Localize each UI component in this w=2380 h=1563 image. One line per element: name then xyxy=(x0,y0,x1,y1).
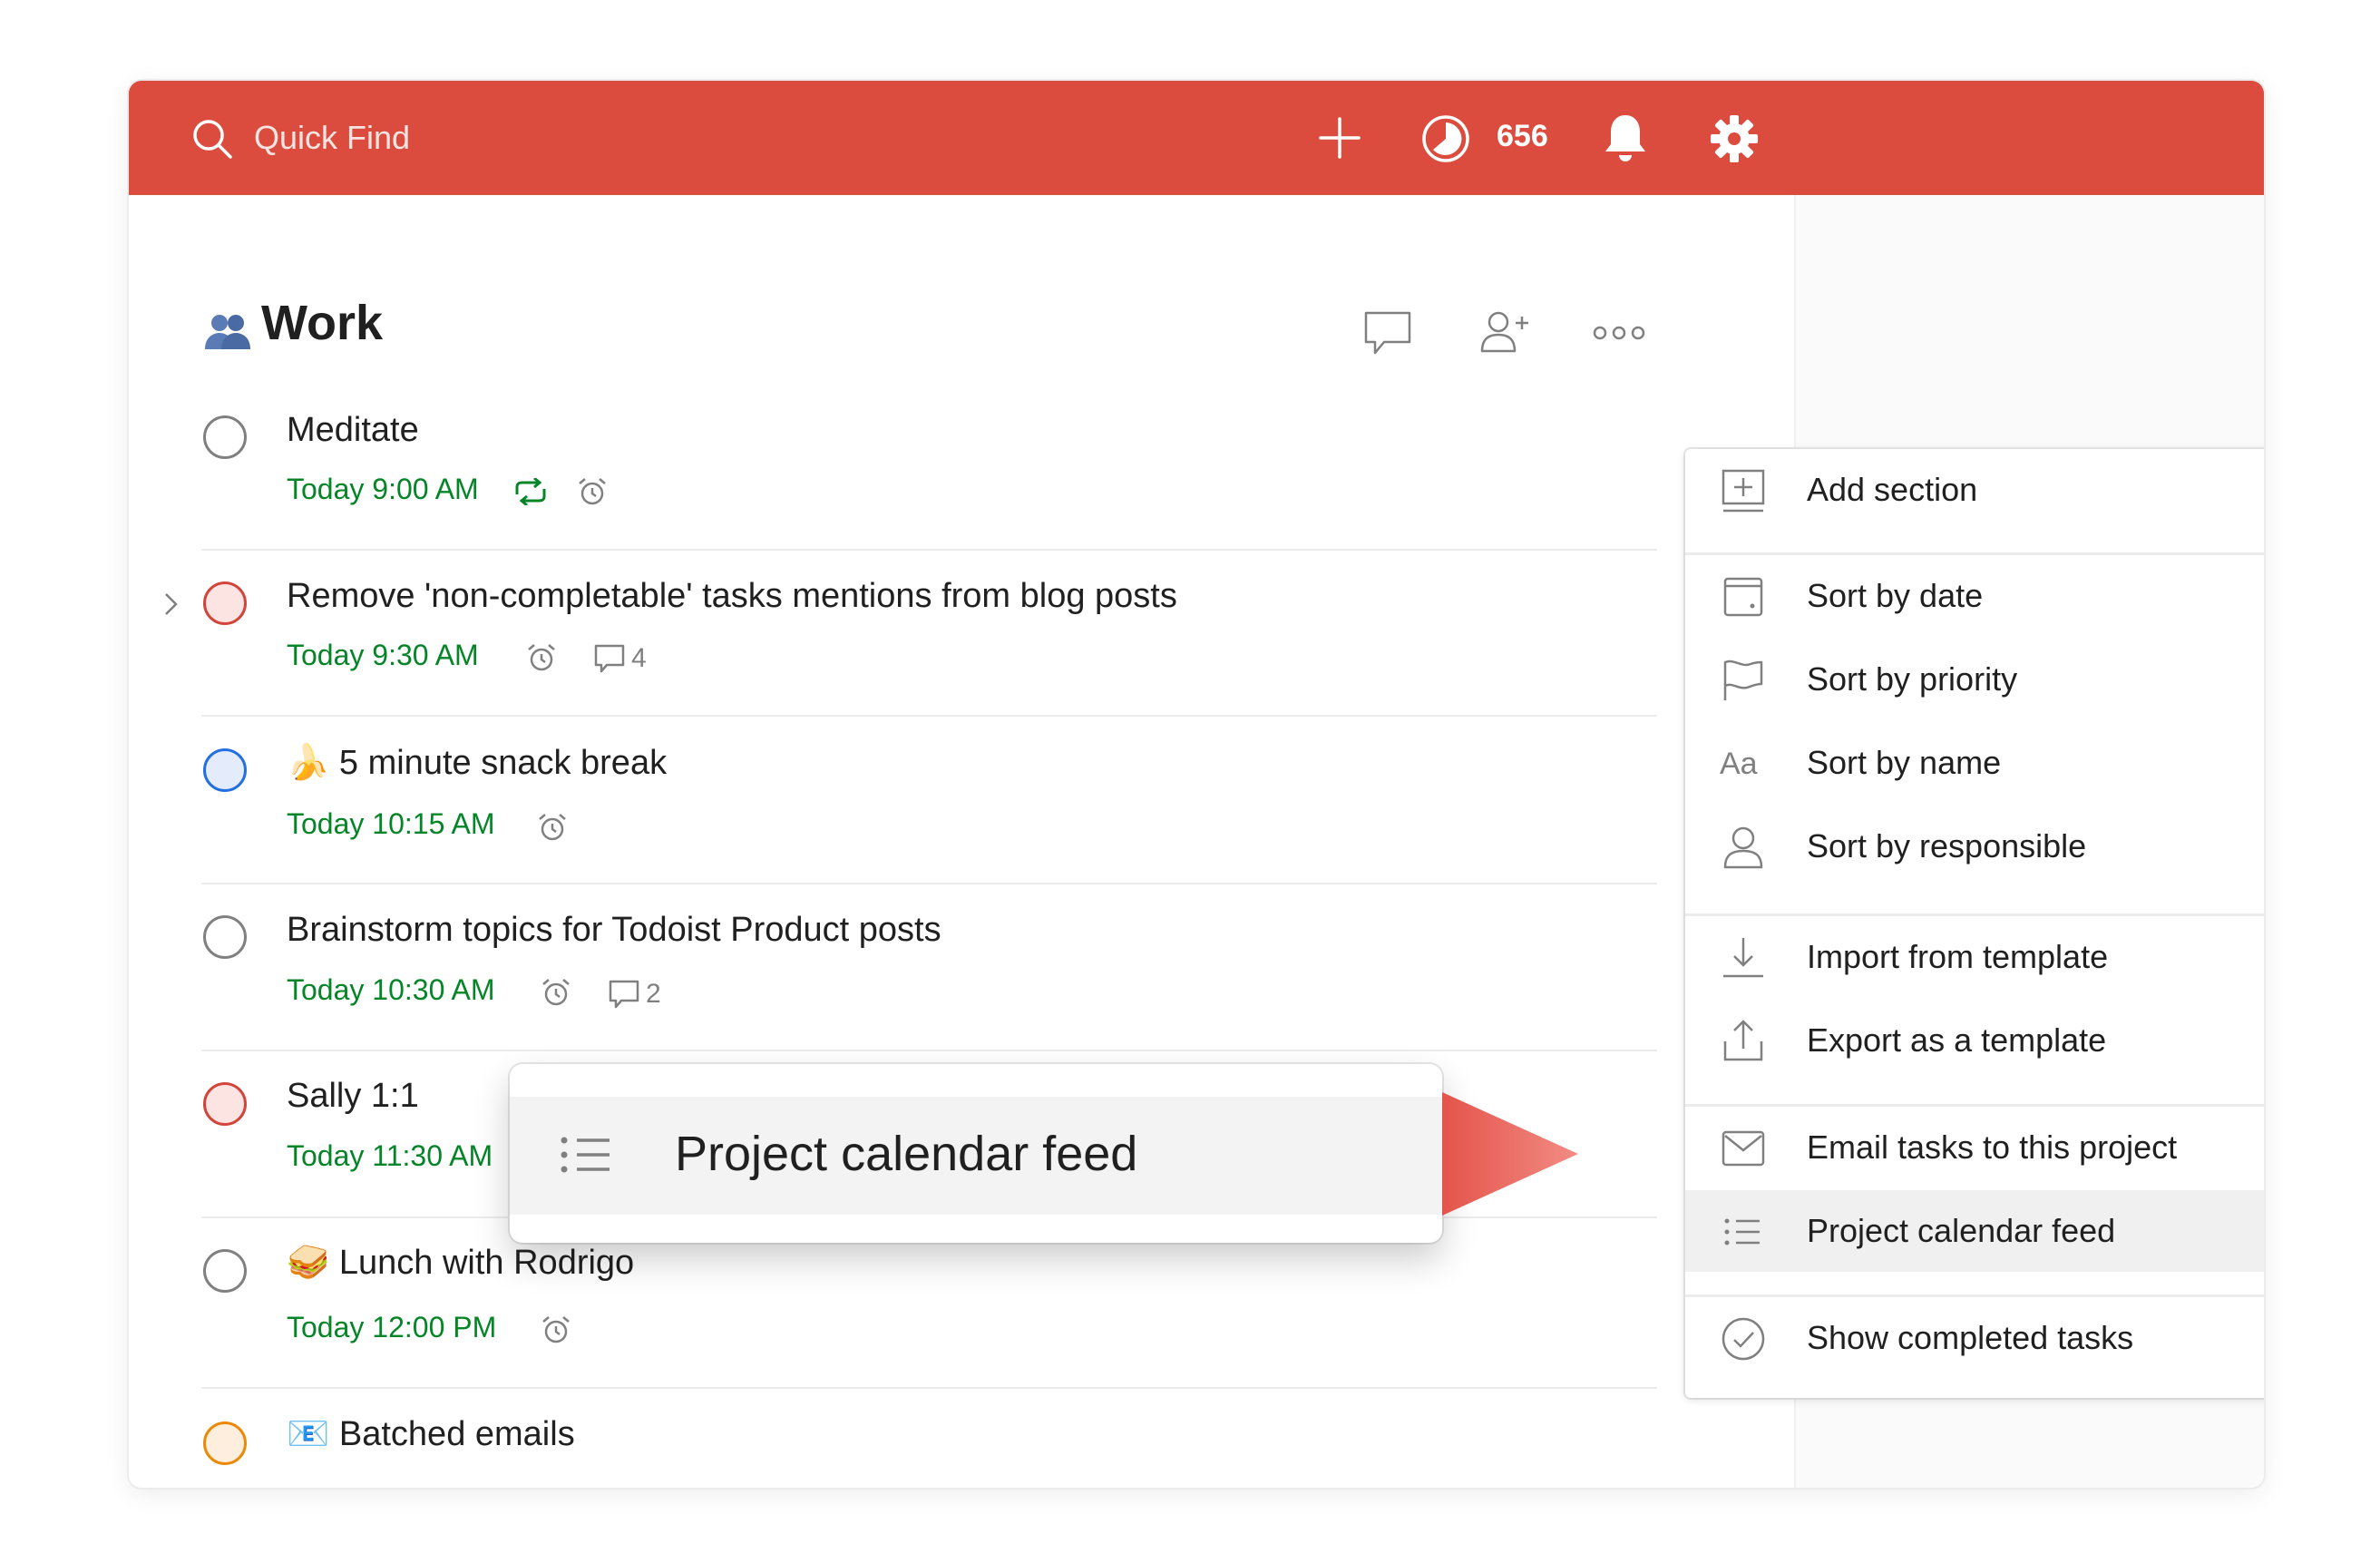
menu-item-label: Sort by name xyxy=(1807,744,2002,781)
comments-icon[interactable] xyxy=(1362,309,1413,357)
task-separator xyxy=(201,883,1657,884)
list-icon xyxy=(561,1137,610,1173)
menu-item-import-template[interactable]: Import from template xyxy=(1685,916,2264,998)
task-emoji: 🥪 xyxy=(287,1244,330,1282)
shared-project-icon xyxy=(205,315,250,349)
chevron-right-icon[interactable] xyxy=(161,591,181,618)
task-due-date[interactable]: Today 10:30 AM xyxy=(287,973,494,1007)
comment-icon[interactable] xyxy=(608,979,640,1010)
flag-icon xyxy=(1723,659,1763,700)
add-section-icon xyxy=(1722,469,1765,513)
menu-item-label: Project calendar feed xyxy=(1807,1212,2116,1249)
task-title[interactable]: 🥪 Lunch with Rodrigo xyxy=(287,1243,634,1283)
menu-item-label: Sort by responsible xyxy=(1807,827,2087,865)
menu-item-label: Export as a template xyxy=(1807,1021,2107,1059)
alarm-icon xyxy=(579,478,606,505)
task-due-date[interactable]: Today 11:30 AM xyxy=(287,1139,493,1173)
menu-item-sort-by-priority[interactable]: Sort by priority xyxy=(1685,639,2264,720)
task-separator xyxy=(201,1050,1657,1051)
task-title-text: 5 minute snack break xyxy=(338,744,668,782)
alarm-icon xyxy=(528,644,555,671)
comment-count: 2 xyxy=(646,979,661,1009)
zoom-callout-label: Project calendar feed xyxy=(675,1127,1138,1181)
alarm-icon xyxy=(542,979,570,1006)
menu-item-label: Add section xyxy=(1807,471,1978,508)
task-separator xyxy=(201,715,1657,717)
menu-item-label: Email tasks to this project xyxy=(1807,1128,2178,1166)
menu-item-sort-by-date[interactable]: Sort by date xyxy=(1685,555,2264,637)
task-checkbox[interactable] xyxy=(203,1249,247,1293)
task-due-date[interactable]: Today 9:00 AM xyxy=(287,473,479,506)
task-title[interactable]: 📧 Batched emails xyxy=(287,1414,575,1454)
menu-item-export-template[interactable]: Export as a template xyxy=(1685,1000,2264,1081)
task-checkbox[interactable] xyxy=(203,581,247,625)
menu-item-label: Import from template xyxy=(1807,938,2109,975)
task-title-text: Batched emails xyxy=(338,1415,575,1453)
menu-item-project-calendar-feed[interactable]: Project calendar feed xyxy=(1685,1190,2264,1272)
task-checkbox[interactable] xyxy=(203,748,247,792)
project-title: Work xyxy=(261,296,384,350)
text-aa-icon: Aa xyxy=(1720,747,1758,781)
comment-count: 4 xyxy=(631,643,647,673)
task-title[interactable]: Remove 'non-completable' tasks mentions … xyxy=(287,577,1177,616)
task-checkbox[interactable] xyxy=(203,415,247,459)
menu-item-add-section[interactable]: Add section xyxy=(1685,449,2264,531)
menu-item-label: Sort by date xyxy=(1807,577,1984,614)
upload-icon xyxy=(1723,1020,1763,1061)
more-actions-icon[interactable] xyxy=(1593,324,1645,342)
share-project-icon[interactable] xyxy=(1480,309,1531,355)
menu-item-label: Show completed tasks xyxy=(1807,1319,2134,1356)
task-list: Work Meditate Today 9:00 AM Remove 'non-… xyxy=(129,81,1794,1488)
project-actions-menu: Add section Sort by date Sort by priorit… xyxy=(1685,449,2264,1398)
menu-item-sort-by-responsible[interactable]: Sort by responsible xyxy=(1685,806,2264,887)
person-icon xyxy=(1723,826,1763,869)
check-circle-icon xyxy=(1722,1317,1765,1361)
alarm-icon xyxy=(539,814,566,841)
comment-icon[interactable] xyxy=(593,643,626,674)
recurring-icon xyxy=(515,478,546,505)
email-icon xyxy=(1722,1130,1765,1167)
task-separator xyxy=(201,549,1657,551)
task-emoji: 📧 xyxy=(287,1415,330,1453)
zoom-callout: Project calendar feed xyxy=(510,1064,1442,1243)
alarm-icon xyxy=(542,1316,570,1343)
task-checkbox[interactable] xyxy=(203,1082,247,1126)
task-due-date[interactable]: Today 10:15 AM xyxy=(287,807,494,841)
task-checkbox[interactable] xyxy=(203,1421,247,1465)
menu-item-email-tasks[interactable]: Email tasks to this project xyxy=(1685,1107,2264,1188)
task-title-text: Lunch with Rodrigo xyxy=(338,1244,635,1282)
task-title[interactable]: 🍌 5 minute snack break xyxy=(287,743,667,783)
zoom-callout-row: Project calendar feed xyxy=(510,1097,1442,1215)
calendar-icon xyxy=(1723,577,1763,617)
pointer-arrow-icon xyxy=(1442,1092,1578,1216)
app-window: Quick Find 656 Work Meditate Today 9:00 … xyxy=(129,81,2264,1488)
menu-item-label: Sort by priority xyxy=(1807,660,2018,698)
task-checkbox[interactable] xyxy=(203,915,247,959)
list-icon xyxy=(1724,1218,1760,1246)
task-title[interactable]: Brainstorm topics for Todoist Product po… xyxy=(287,911,941,950)
task-title[interactable]: Meditate xyxy=(287,411,419,450)
task-title[interactable]: Sally 1:1 xyxy=(287,1077,419,1116)
menu-item-show-completed[interactable]: Show completed tasks xyxy=(1685,1297,2264,1379)
task-due-date[interactable]: Today 12:00 PM xyxy=(287,1311,496,1344)
download-icon xyxy=(1723,938,1763,978)
menu-item-sort-by-name[interactable]: Aa Sort by name xyxy=(1685,722,2264,804)
task-separator xyxy=(201,1387,1657,1389)
task-emoji: 🍌 xyxy=(287,744,330,782)
task-due-date[interactable]: Today 9:30 AM xyxy=(287,639,479,672)
